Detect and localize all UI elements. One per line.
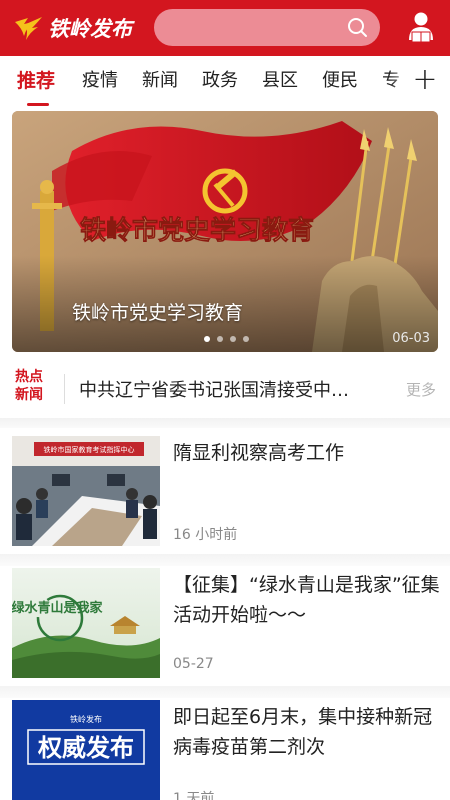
carousel-dot[interactable] [230, 336, 236, 342]
news-item[interactable]: 铁岭市国家教育考试指挥中心 隋显利视察高考工作 16 小时前 [0, 436, 450, 556]
thumbnail-sign-text: 铁岭市国家教育考试指挥中心 [44, 445, 135, 454]
carousel-dot[interactable] [217, 336, 223, 342]
row-divider [0, 686, 450, 698]
app-header: 铁岭发布 [0, 0, 450, 56]
active-tab-indicator [27, 103, 49, 106]
tab-epidemic[interactable]: 疫情 [82, 68, 118, 94]
news-time: 16 小时前 [173, 527, 238, 543]
news-title[interactable]: 隋显利视察高考工作 [173, 438, 441, 468]
thumbnail-brand: 铁岭发布 [70, 714, 102, 724]
add-channel-icon[interactable]: + [412, 65, 438, 96]
banner-carousel[interactable]: 铁岭市党史学习教育 铁岭市党史学习教育 06-03 [12, 111, 438, 352]
tab-recommend[interactable]: 推荐 [17, 68, 55, 94]
row-divider [0, 554, 450, 566]
hot-news-ticker[interactable]: 热点新闻 中共辽宁省委书记张国清接受中… 更多 [0, 362, 450, 414]
hot-news-headline[interactable]: 中共辽宁省委书记张国清接受中… [79, 376, 379, 402]
news-title[interactable]: 即日起至6月末，集中接种新冠病毒疫苗第二剂次 [173, 702, 441, 762]
section-divider [0, 418, 450, 428]
logo-icon [15, 17, 42, 40]
news-time: 1 天前 [173, 791, 215, 800]
banner-date: 06-03 [392, 331, 430, 346]
banner-caption: 铁岭市党史学习教育 [72, 302, 244, 324]
news-thumbnail: 绿水青山是我家 [12, 568, 160, 678]
user-profile-icon[interactable] [406, 10, 436, 44]
more-link[interactable]: 更多 [406, 379, 436, 400]
tab-county[interactable]: 县区 [262, 68, 298, 94]
search-icon[interactable] [347, 17, 368, 38]
hot-news-label: 热点新闻 [15, 369, 43, 403]
news-item[interactable]: 绿水青山是我家 【征集】“绿水青山是我家”征集活动开始啦～～ 05-27 [0, 568, 450, 688]
carousel-dot[interactable] [204, 336, 210, 342]
carousel-dots [204, 336, 249, 342]
news-thumbnail: 铁岭市国家教育考试指挥中心 [12, 436, 160, 546]
thumbnail-title: 权威发布 [37, 734, 134, 762]
tab-convenience[interactable]: 便民 [322, 68, 358, 94]
tab-government[interactable]: 政务 [202, 68, 238, 94]
channel-tabs: 推荐 疫情 新闻 政务 县区 便民 专 + [0, 56, 450, 110]
divider [64, 374, 65, 404]
logo-text: 铁岭发布 [48, 17, 132, 41]
carousel-dot[interactable] [243, 336, 249, 342]
tab-news[interactable]: 新闻 [142, 68, 178, 94]
tab-fade [390, 62, 414, 102]
app-logo: 铁岭发布 [12, 12, 132, 44]
thumbnail-slogan-text: 绿水青山是我家 [12, 600, 103, 616]
news-thumbnail: 铁岭发布 权威发布 [12, 700, 160, 800]
news-time: 05-27 [173, 656, 214, 672]
search-input[interactable] [154, 9, 380, 46]
news-title[interactable]: 【征集】“绿水青山是我家”征集活动开始啦～～ [173, 570, 441, 630]
news-item[interactable]: 铁岭发布 权威发布 即日起至6月末，集中接种新冠病毒疫苗第二剂次 1 天前 [0, 700, 450, 800]
